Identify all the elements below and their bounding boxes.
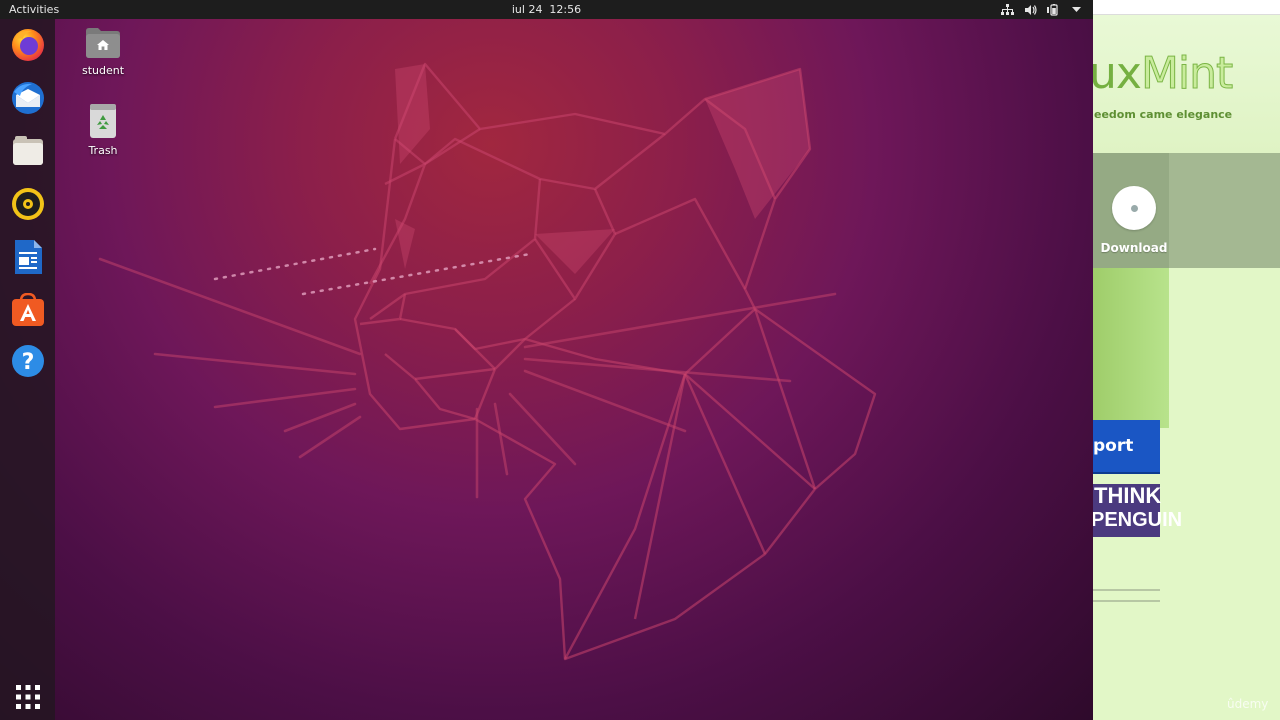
linux-mint-logo[interactable]: uxMint	[1093, 51, 1234, 96]
writer-icon	[15, 240, 42, 274]
svg-text:?: ?	[22, 350, 35, 375]
home-folder-icon	[86, 28, 120, 58]
dock-ubuntu-software[interactable]	[9, 291, 47, 329]
trash-icon	[90, 104, 116, 138]
desktop-icon-label: Trash	[88, 144, 118, 157]
help-icon: ?	[12, 345, 44, 377]
network-icon[interactable]	[1001, 3, 1014, 16]
mint-tagline: eedom came elegance	[1094, 108, 1233, 121]
ubuntu-dock: ?	[0, 19, 55, 720]
udemy-watermark: ûdemy	[1227, 697, 1269, 711]
show-applications-icon[interactable]	[14, 683, 42, 711]
logo-text-mint: Mint	[1140, 48, 1233, 99]
firefox-icon	[12, 29, 44, 61]
divider	[1093, 600, 1160, 602]
rhythmbox-icon	[12, 188, 44, 220]
browser-edge	[1093, 0, 1280, 15]
system-menu-chevron-icon[interactable]	[1070, 3, 1083, 16]
dock-libreoffice-writer[interactable]	[9, 238, 47, 276]
gnome-top-bar: Activities iul 24 12:56	[0, 0, 1093, 19]
dock-files[interactable]	[9, 132, 47, 170]
activities-button[interactable]: Activities	[9, 0, 59, 19]
system-tray	[1001, 0, 1083, 19]
volume-icon[interactable]	[1024, 3, 1037, 16]
download-nav-button[interactable]: Download	[1099, 186, 1169, 255]
desktop-icon-trash[interactable]: Trash	[73, 103, 133, 157]
date-time-button[interactable]: iul 24 12:56	[512, 3, 581, 16]
support-banner[interactable]: port	[1093, 420, 1160, 474]
support-banner-text: port	[1093, 436, 1134, 456]
penguin-text: PENGUIN	[1093, 509, 1183, 531]
thunderbird-icon	[12, 82, 44, 114]
download-label: Download	[1100, 241, 1168, 255]
battery-icon[interactable]	[1047, 3, 1060, 16]
focal-fossa-wallpaper-art	[98, 62, 877, 661]
ubuntu-vm-screen: Activities iul 24 12:56 ? student Trash	[0, 0, 1093, 720]
logo-text-ux: ux	[1093, 48, 1142, 99]
dock-rhythmbox[interactable]	[9, 185, 47, 223]
disc-icon	[1112, 186, 1156, 230]
mint-side-panel	[1093, 268, 1169, 428]
software-center-icon	[12, 293, 44, 326]
dock-help[interactable]: ?	[9, 342, 47, 380]
divider	[1093, 589, 1160, 591]
desktop-icon-student[interactable]: student	[73, 25, 133, 77]
clock-area: iul 24 12:56	[0, 0, 1093, 19]
host-browser-page: uxMint eedom came elegance Download port…	[1093, 0, 1280, 720]
dock-firefox[interactable]	[9, 26, 47, 64]
files-icon	[13, 136, 43, 165]
think-penguin-banner[interactable]: THINK PENGUIN	[1093, 483, 1183, 537]
dock-thunderbird[interactable]	[9, 79, 47, 117]
desktop-icon-label: student	[81, 64, 125, 77]
think-text: THINK	[1094, 483, 1162, 508]
